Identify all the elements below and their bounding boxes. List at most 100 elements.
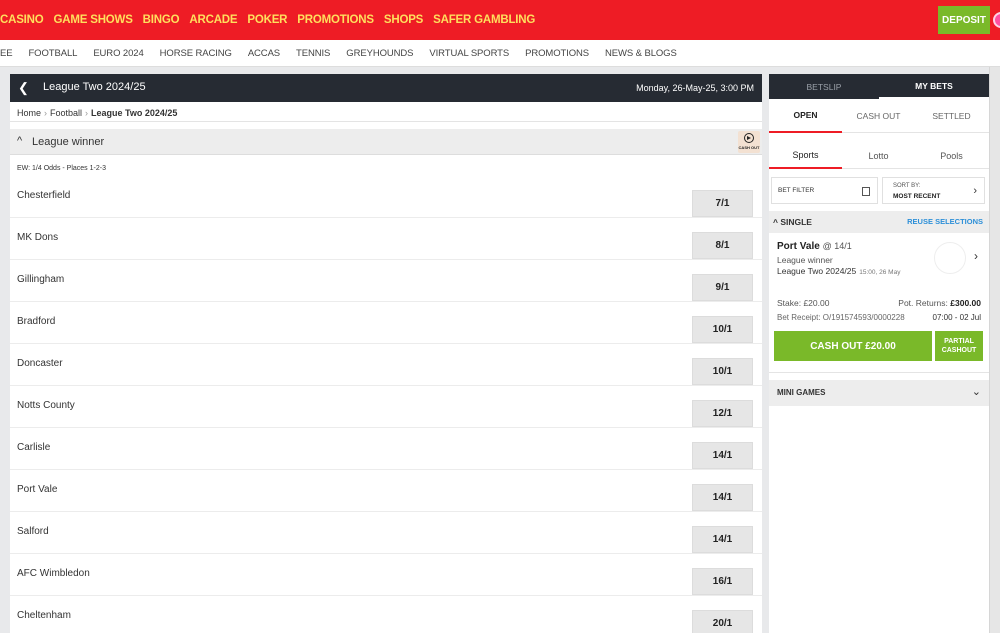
tab-cash-out[interactable]: CASH OUT: [842, 99, 915, 133]
selection-name: Cheltenham: [17, 610, 71, 621]
tab-my-bets[interactable]: MY BETS: [879, 74, 989, 99]
filter-row: BET FILTER SORT BY: MOST RECENT ›: [769, 174, 989, 206]
subnav-item-greyhounds[interactable]: GREYHOUNDS: [346, 48, 413, 59]
topnav-promotions[interactable]: PROMOTIONS: [297, 14, 374, 26]
tab-settled[interactable]: SETTLED: [915, 99, 988, 133]
odds-button[interactable]: 14/1: [692, 526, 753, 553]
market-panel: ❮ League Two 2024/25 Monday, 26-May-25, …: [10, 74, 762, 633]
selection-row: Gillingham 9/1: [10, 260, 762, 302]
selection-row: Carlisle 14/1: [10, 428, 762, 470]
selection-name: Carlisle: [17, 442, 51, 453]
selection-row: Notts County 12/1: [10, 386, 762, 428]
bet-filter-button[interactable]: BET FILTER: [771, 177, 878, 204]
odds-button[interactable]: 8/1: [692, 232, 753, 259]
tab-open[interactable]: OPEN: [769, 99, 842, 133]
betslip-tabs: BETSLIP MY BETS: [769, 74, 989, 99]
deposit-button[interactable]: DEPOSIT: [938, 6, 990, 34]
breadcrumb-football[interactable]: Football: [50, 108, 82, 118]
bet-selection: Port Vale @ 14/1: [777, 241, 852, 252]
page-scrollbar[interactable]: [989, 67, 1000, 633]
tab-sports[interactable]: Sports: [769, 143, 842, 169]
mini-games-header[interactable]: MINI GAMES ⌄: [769, 380, 989, 406]
odds-button[interactable]: 16/1: [692, 568, 753, 595]
bet-event: League Two 2024/25 15:00, 26 May: [777, 266, 901, 276]
subnav-item-horse-racing[interactable]: HORSE RACING: [160, 48, 232, 59]
topnav-game-shows[interactable]: GAME SHOWS: [54, 14, 133, 26]
sort-by-label: SORT BY:: [893, 183, 921, 189]
selection-name: Chesterfield: [17, 190, 71, 201]
odds-button[interactable]: 14/1: [692, 442, 753, 469]
chevron-right-icon[interactable]: ›: [974, 249, 978, 263]
breadcrumb: Home › Football › League Two 2024/25: [10, 102, 762, 122]
back-arrow-icon[interactable]: ❮: [18, 81, 32, 95]
topnav-arcade[interactable]: ARCADE: [189, 14, 237, 26]
selection-name: Notts County: [17, 400, 75, 411]
bet-receipt: Bet Receipt: O/191574593/0000228: [777, 313, 905, 322]
selection-row: Cheltenham 20/1: [10, 596, 762, 633]
selection-name: Port Vale: [17, 484, 58, 495]
breadcrumb-current: League Two 2024/25: [91, 108, 178, 118]
sort-by-button[interactable]: SORT BY: MOST RECENT ›: [882, 177, 985, 204]
bet-filter-label: BET FILTER: [778, 187, 815, 194]
filter-icon: [862, 187, 870, 196]
odds-button[interactable]: 9/1: [692, 274, 753, 301]
subnav-item-news-blogs[interactable]: NEWS & BLOGS: [605, 48, 677, 59]
chevron-up-icon[interactable]: ^: [17, 135, 22, 147]
each-way-terms: EW: 1/4 Odds - Places 1-2-3: [17, 165, 106, 172]
odds-button[interactable]: 7/1: [692, 190, 753, 217]
breadcrumb-home[interactable]: Home: [17, 108, 41, 118]
potential-returns: Pot. Returns: £300.00: [898, 298, 981, 308]
tab-lotto[interactable]: Lotto: [842, 143, 915, 169]
subnav-item-euro-2024[interactable]: EURO 2024: [93, 48, 143, 59]
selection-name: Bradford: [17, 316, 56, 327]
topnav-bingo[interactable]: BINGO: [143, 14, 180, 26]
mini-games-label: MINI GAMES: [777, 388, 826, 397]
bet-market: League winner: [777, 255, 833, 265]
single-bet-header[interactable]: ^ SINGLE REUSE SELECTIONS: [769, 211, 989, 233]
selection-name: Doncaster: [17, 358, 63, 369]
bet-receipt-time: 07:00 - 02 Jul: [932, 313, 981, 322]
topnav-safer-gambling[interactable]: SAFER GAMBLING: [433, 14, 535, 26]
single-label: ^ SINGLE: [773, 217, 812, 227]
partial-cashout-button[interactable]: PARTIAL CASHOUT: [935, 331, 983, 361]
subnav-item-football[interactable]: FOOTBALL: [28, 48, 77, 59]
selection-row: Chesterfield 7/1: [10, 176, 762, 218]
selection-row: MK Dons 8/1: [10, 218, 762, 260]
tab-pools[interactable]: Pools: [915, 143, 988, 169]
cash-out-button[interactable]: CASH OUT £20.00: [774, 331, 932, 361]
market-header[interactable]: ^ League winner CASH OUT: [10, 129, 762, 155]
event-date: Monday, 26-May-25, 3:00 PM: [636, 83, 754, 93]
odds-button[interactable]: 12/1: [692, 400, 753, 427]
bet-card[interactable]: Port Vale @ 14/1 League winner League Tw…: [769, 233, 989, 373]
selection-name: AFC Wimbledon: [17, 568, 90, 579]
odds-button[interactable]: 14/1: [692, 484, 753, 511]
sort-by-value: MOST RECENT: [893, 193, 941, 200]
selection-name: Gillingham: [17, 274, 65, 285]
team-badge-icon: [934, 242, 966, 274]
reuse-selections-link[interactable]: REUSE SELECTIONS: [907, 217, 983, 226]
product-tabs: Sports Lotto Pools: [769, 143, 989, 169]
subnav-item-accas[interactable]: ACCAS: [248, 48, 280, 59]
odds-button[interactable]: 20/1: [692, 610, 753, 633]
cashout-badge-icon: CASH OUT: [738, 131, 760, 153]
tab-betslip[interactable]: BETSLIP: [769, 74, 879, 99]
subnav-item-promotions[interactable]: PROMOTIONS: [525, 48, 589, 59]
selection-row: Doncaster 10/1: [10, 344, 762, 386]
selection-row: Salford 14/1: [10, 512, 762, 554]
topnav-poker[interactable]: POKER: [247, 14, 287, 26]
chevron-down-icon[interactable]: ⌄: [972, 385, 981, 398]
topnav-casino[interactable]: CASINO: [0, 14, 44, 26]
topnav-shops[interactable]: SHOPS: [384, 14, 423, 26]
subnav-item-ee[interactable]: EE: [0, 48, 13, 59]
bet-stake: Stake: £20.00: [777, 298, 830, 308]
odds-button[interactable]: 10/1: [692, 358, 753, 385]
market-title: League winner: [32, 136, 105, 148]
subnav-item-tennis[interactable]: TENNIS: [296, 48, 330, 59]
selection-row: Bradford 10/1: [10, 302, 762, 344]
top-nav: CASINO GAME SHOWS BINGO ARCADE POKER PRO…: [0, 0, 545, 40]
subnav-item-virtual-sports[interactable]: VIRTUAL SPORTS: [429, 48, 509, 59]
odds-button[interactable]: 10/1: [692, 316, 753, 343]
chevron-right-icon: ›: [973, 185, 977, 197]
cashout-badge-label: CASH OUT: [738, 145, 760, 150]
betslip-panel: BETSLIP MY BETS OPEN CASH OUT SETTLED Sp…: [769, 74, 989, 633]
